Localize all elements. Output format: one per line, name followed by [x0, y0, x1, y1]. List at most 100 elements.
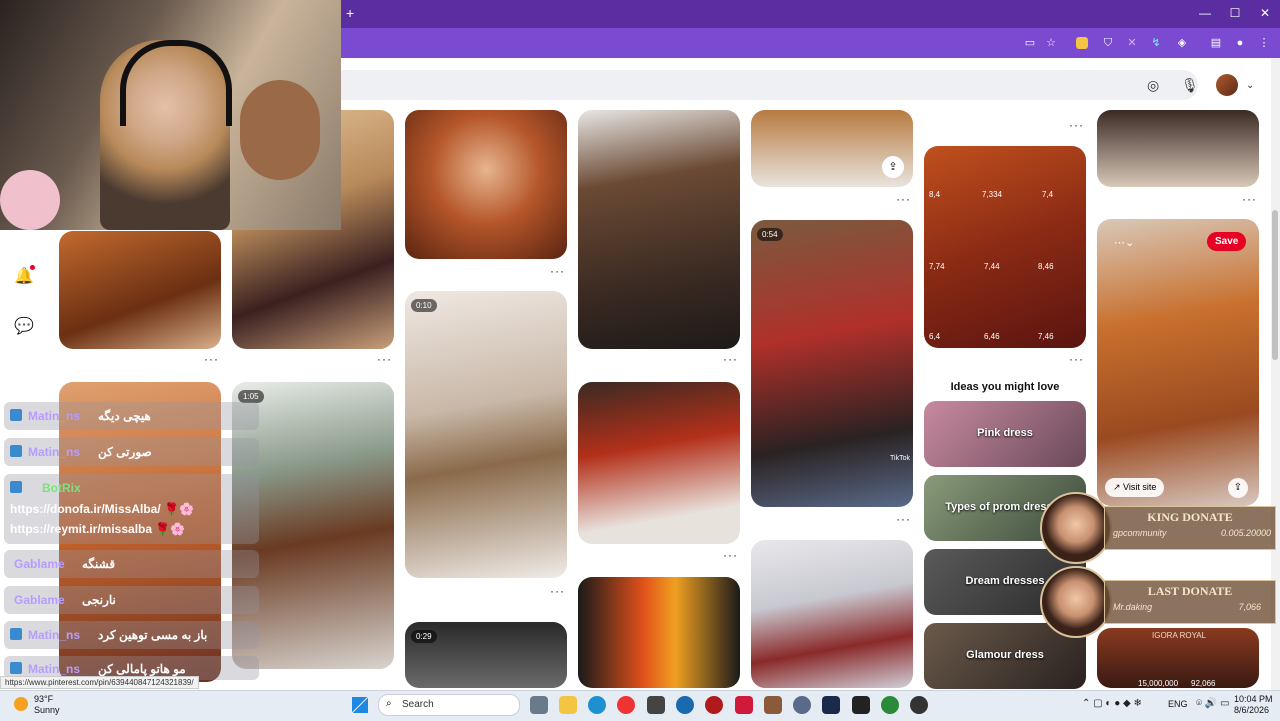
close-window-button[interactable]: ✕: [1250, 6, 1280, 20]
steam-icon[interactable]: [822, 696, 840, 714]
extension-icon[interactable]: [1076, 37, 1088, 49]
last-donate-user: Mr.daking: [1113, 602, 1153, 612]
more-options-icon[interactable]: ···: [896, 512, 911, 526]
more-options-icon[interactable]: ···: [1069, 118, 1084, 132]
chevron-down-icon[interactable]: ⌄: [1246, 80, 1254, 91]
more-options-icon[interactable]: ···: [550, 264, 565, 278]
share-icon[interactable]: ⇪: [1228, 478, 1248, 498]
save-button[interactable]: Save: [1207, 232, 1247, 251]
language-indicator[interactable]: ENG: [1168, 699, 1188, 709]
store-icon[interactable]: [647, 696, 665, 714]
taskbar-search-label: Search: [402, 699, 434, 710]
more-options-icon[interactable]: ···: [550, 584, 565, 598]
color-value: 7,4: [1042, 190, 1054, 199]
video-duration-badge: 0:10: [411, 299, 437, 312]
pin-image[interactable]: [578, 577, 740, 688]
clock-date[interactable]: 8/6/2026: [1234, 705, 1269, 715]
chat-username: Matin_ns: [28, 445, 81, 459]
last-donate-amount: 7,066: [1238, 602, 1261, 612]
weather-icon[interactable]: [14, 697, 28, 711]
idea-card[interactable]: Pink dress: [924, 401, 1086, 467]
app-icon[interactable]: [735, 696, 753, 714]
more-options-icon[interactable]: ···: [1242, 192, 1257, 206]
chat-user-icon: [10, 481, 22, 493]
minimize-button[interactable]: —: [1190, 6, 1220, 20]
chat-icon[interactable]: 💬: [14, 316, 34, 336]
extension-icon[interactable]: ↯: [1148, 35, 1164, 51]
more-options-icon[interactable]: ···: [1069, 352, 1084, 366]
profile-icon[interactable]: ●: [1232, 35, 1248, 51]
task-view-icon[interactable]: [530, 696, 548, 714]
share-icon[interactable]: ⇪: [882, 156, 904, 178]
more-options-icon[interactable]: ⋯⌄: [1114, 236, 1134, 249]
more-options-icon[interactable]: ···: [723, 352, 738, 366]
new-tab-button[interactable]: +: [346, 5, 354, 21]
visit-site-button[interactable]: ↗ Visit site: [1105, 478, 1165, 497]
pin-video[interactable]: [751, 220, 913, 507]
more-options-icon[interactable]: ···: [377, 352, 392, 366]
chat-user-icon: [10, 409, 22, 421]
search-icon: ⌕: [386, 698, 392, 709]
pin-video[interactable]: [405, 291, 567, 578]
clock-time[interactable]: 10:04 PM: [1234, 694, 1273, 704]
pin-image[interactable]: [578, 382, 740, 544]
star-icon[interactable]: ☆: [1043, 35, 1059, 51]
lens-icon[interactable]: ◎: [1147, 77, 1159, 94]
headset-icon: [120, 40, 232, 126]
app-icon[interactable]: [852, 696, 870, 714]
folder-icon[interactable]: [559, 696, 577, 714]
maximize-button[interactable]: ☐: [1220, 6, 1250, 20]
king-donate-panel: KING DONATE gpcommunity 0.005.20000: [1104, 506, 1276, 550]
color-value: 6,4: [929, 332, 941, 341]
more-options-icon[interactable]: ···: [896, 192, 911, 206]
extension-icon[interactable]: ✕: [1124, 35, 1140, 51]
chat-text: هیچی دیگه: [98, 409, 151, 423]
scrollbar-thumb[interactable]: [1272, 210, 1278, 360]
color-value: 8,4: [929, 190, 941, 199]
tray-icons[interactable]: ⌃ ▢ ◐ ● ◆ ❄: [1082, 698, 1142, 709]
app-icon[interactable]: [910, 696, 928, 714]
pin-image[interactable]: [1097, 219, 1259, 506]
pin-image[interactable]: [924, 146, 1086, 348]
color-value: 7,74: [929, 262, 945, 271]
pin-image[interactable]: [751, 540, 913, 688]
taskbar-search[interactable]: ⌕ Search: [378, 694, 520, 716]
chat-text: قشنگه: [82, 557, 116, 571]
chat-username: Matin_ns: [28, 662, 81, 676]
tray-icons[interactable]: ⌾ 🔊 ▭: [1196, 698, 1229, 709]
chat-message: Gablame قشنگه: [4, 550, 259, 578]
chat-username: Matin_ns: [28, 628, 81, 642]
video-duration-badge: 0:54: [757, 228, 783, 241]
chat-user-icon: [10, 445, 22, 457]
donate-goal-count: 92,066: [1191, 679, 1216, 688]
pin-image[interactable]: [578, 110, 740, 349]
color-value: 6,46: [984, 332, 1000, 341]
tiktok-watermark: TikTok: [890, 455, 910, 462]
puzzle-icon[interactable]: ◈: [1174, 35, 1190, 51]
avatar[interactable]: [1216, 74, 1238, 96]
pin-image[interactable]: [405, 110, 567, 259]
color-value: 7,46: [1038, 332, 1054, 341]
app-icon[interactable]: [676, 696, 694, 714]
more-options-icon[interactable]: ···: [723, 548, 738, 562]
chat-message: Matin_ns هیچی دیگه: [4, 402, 259, 430]
edge-icon[interactable]: [588, 696, 606, 714]
mic-icon[interactable]: 🎙: [1181, 77, 1199, 94]
sidebar-icon[interactable]: ▤: [1208, 35, 1224, 51]
app-icon[interactable]: [705, 696, 723, 714]
plush-toy: [240, 80, 320, 180]
cast-icon[interactable]: ▭: [1022, 35, 1038, 51]
chrome-icon[interactable]: [881, 696, 899, 714]
chat-text: نارنجی: [82, 593, 116, 607]
pin-image[interactable]: [1097, 110, 1259, 187]
app-icon[interactable]: [793, 696, 811, 714]
pin-image[interactable]: [59, 231, 221, 349]
more-options-icon[interactable]: ···: [204, 352, 219, 366]
weather-temp: 93°F: [34, 694, 54, 704]
flower-decoration: [0, 170, 60, 230]
chrome-icon[interactable]: [617, 696, 635, 714]
start-icon[interactable]: [352, 697, 368, 713]
shield-icon[interactable]: ⛉: [1100, 35, 1116, 51]
menu-icon[interactable]: ⋮: [1256, 35, 1272, 51]
app-icon[interactable]: [764, 696, 782, 714]
